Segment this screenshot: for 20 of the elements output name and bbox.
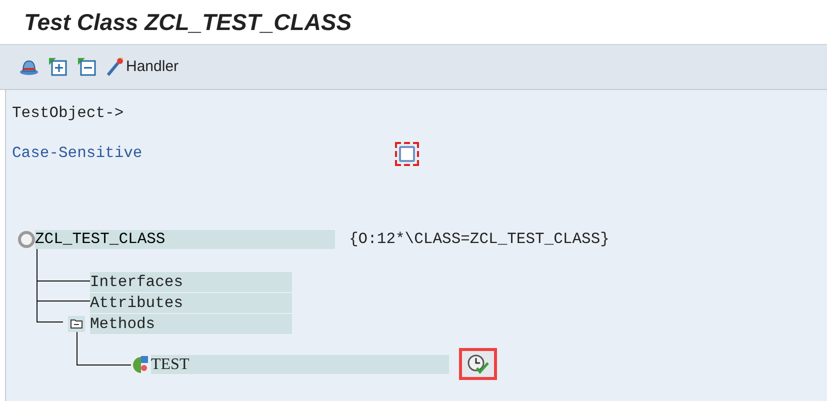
folder-icon[interactable] <box>68 316 84 332</box>
connector-line <box>76 332 132 366</box>
method-icon <box>132 354 151 374</box>
window-title: Test Class ZCL_TEST_CLASS <box>24 8 352 37</box>
hat-icon <box>19 58 39 76</box>
tree-node[interactable]: Methods <box>90 314 292 334</box>
tree-node[interactable]: TEST <box>151 354 449 374</box>
field-label: Case-Sensitive <box>12 143 144 164</box>
tree-node[interactable]: ZCL_TEST_CLASS <box>35 230 335 249</box>
field-label: TestObject-> <box>12 104 124 122</box>
clock-check-icon <box>466 354 490 374</box>
expand-icon <box>48 57 68 77</box>
checkbox[interactable] <box>395 142 419 166</box>
tree-node[interactable]: Interfaces <box>90 272 292 292</box>
handler-button[interactable]: Handler <box>105 54 180 80</box>
wand-icon <box>106 57 124 77</box>
tree-node[interactable]: Attributes <box>90 292 292 312</box>
node-value: {O:12*\CLASS=ZCL_TEST_CLASS} <box>349 228 610 250</box>
status-button[interactable] <box>459 348 497 380</box>
collapse-icon <box>77 57 97 77</box>
